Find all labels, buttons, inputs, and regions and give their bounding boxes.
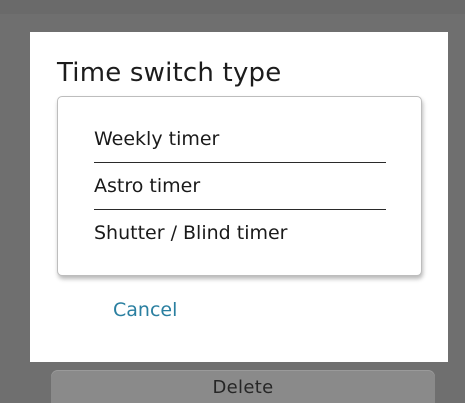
delete-button: Delete — [51, 370, 435, 403]
option-label: Shutter / Blind timer — [94, 222, 288, 244]
time-switch-type-dialog: Time switch type Weekly timer Astro time… — [30, 32, 448, 362]
dialog-title: Time switch type — [57, 58, 282, 88]
option-astro-timer[interactable]: Astro timer — [94, 163, 386, 210]
option-shutter-blind-timer[interactable]: Shutter / Blind timer — [94, 210, 386, 256]
backdrop-top-strip — [0, 0, 465, 14]
option-label: Weekly timer — [94, 128, 220, 150]
options-list: Weekly timer Astro timer Shutter / Blind… — [57, 96, 422, 276]
delete-button-label: Delete — [212, 377, 274, 398]
cancel-button[interactable]: Cancel — [113, 299, 177, 321]
option-weekly-timer[interactable]: Weekly timer — [94, 116, 386, 163]
option-label: Astro timer — [94, 175, 201, 197]
